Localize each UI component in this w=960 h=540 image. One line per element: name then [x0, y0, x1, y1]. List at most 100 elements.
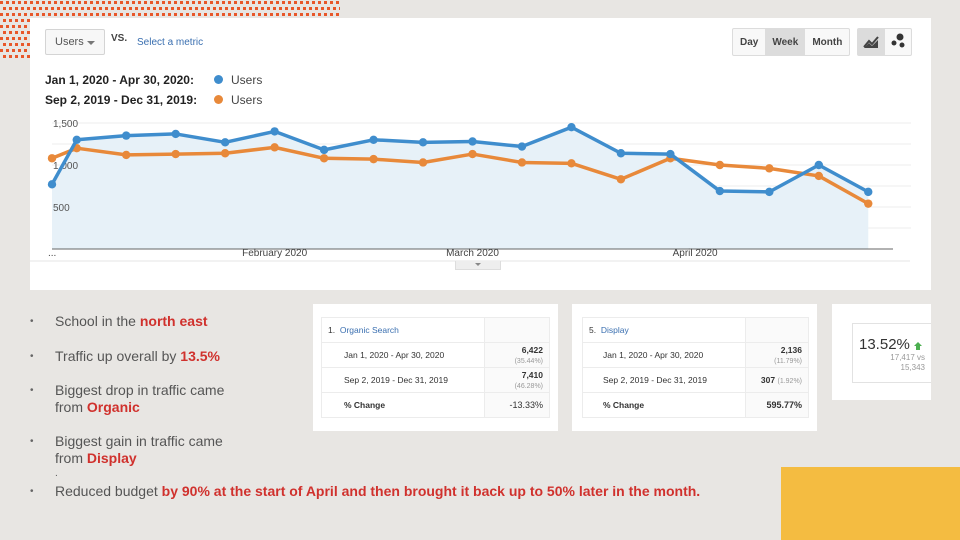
x-tick-label: March 2020 [446, 248, 499, 259]
pattern-dot [300, 13, 303, 16]
pattern-dot [294, 1, 297, 4]
pattern-dot [123, 7, 126, 10]
pattern-dot [252, 1, 255, 4]
pattern-dot [177, 7, 180, 10]
data-point-previous [616, 175, 626, 184]
pattern-dot [51, 7, 54, 10]
pattern-dot [72, 13, 75, 16]
bullet-highlight: 13.5% [180, 348, 220, 364]
pattern-dot [252, 13, 255, 16]
pattern-dot [72, 1, 75, 4]
row-share: (1.92%) [777, 378, 802, 385]
data-point-current [517, 142, 527, 151]
pattern-dot [231, 7, 234, 10]
pattern-dot [42, 1, 45, 4]
pattern-dot [102, 13, 105, 16]
pattern-dot [9, 43, 12, 46]
row-label: % Change [582, 392, 746, 418]
row-label: % Change [321, 392, 485, 418]
pattern-dot [6, 25, 9, 28]
pattern-dot [219, 7, 222, 10]
table-row: Sep 2, 2019 - Dec 31, 2019 7,410 (46.28%… [321, 367, 550, 393]
pattern-dot [156, 13, 159, 16]
pattern-dot [228, 1, 231, 4]
data-point-current [171, 129, 180, 139]
chevron-down-icon [475, 263, 481, 266]
bullet-marker: • [30, 316, 34, 327]
pattern-dot [207, 7, 210, 10]
pattern-dot [132, 13, 135, 16]
data-point-current [319, 145, 329, 155]
pattern-dot [264, 1, 267, 4]
pattern-dot [117, 7, 120, 10]
users-line-chart[interactable]: 1,5001,000500... February 2020 March 2020 A… [30, 18, 931, 268]
pattern-dot [75, 7, 78, 10]
kpi-percent-change: 13.52% [859, 336, 910, 353]
pattern-dot [213, 7, 216, 10]
bullet-text-line2: from [55, 450, 87, 466]
pattern-dot [3, 19, 6, 22]
pattern-dot [273, 7, 276, 10]
source-link[interactable]: Display [601, 325, 629, 335]
pattern-dot [108, 13, 111, 16]
pattern-dot [267, 7, 270, 10]
data-point-current [122, 131, 131, 140]
pattern-dot [282, 1, 285, 4]
pattern-dot [147, 7, 150, 10]
row-value: 6,422 [521, 345, 543, 355]
row-label: Jan 1, 2020 - Apr 30, 2020 [321, 342, 485, 368]
pattern-dot [315, 7, 318, 10]
pattern-dot [114, 13, 117, 16]
data-point-previous [47, 154, 57, 163]
pattern-dot [246, 1, 249, 4]
pattern-dot [276, 13, 279, 16]
bullet-text: Biggest gain in traffic came [55, 433, 223, 449]
pattern-dot [153, 7, 156, 10]
pattern-dot [3, 43, 6, 46]
pattern-dot [240, 1, 243, 4]
pattern-dot [21, 19, 24, 22]
pattern-dot [288, 1, 291, 4]
pattern-dot [93, 7, 96, 10]
pattern-dot [249, 7, 252, 10]
table-row: Jan 1, 2020 - Apr 30, 2020 2,136 (11.79%… [582, 342, 809, 368]
row-value: 307 [760, 375, 776, 385]
bullet-marker: • [30, 351, 34, 362]
pattern-dot [45, 7, 48, 10]
display-card: 5. Display Jan 1, 2020 - Apr 30, 2020 2,… [572, 304, 817, 431]
pattern-dot [312, 13, 315, 16]
organic-search-table: 1. Organic Search Jan 1, 2020 - Apr 30, … [321, 317, 550, 418]
pattern-dot [120, 1, 123, 4]
bullet-highlight: by 90% at the start of April and then br… [161, 483, 701, 499]
row-value: 7,410 [521, 370, 543, 380]
pattern-dot [189, 7, 192, 10]
pattern-dot [105, 7, 108, 10]
row-label: Sep 2, 2019 - Dec 31, 2019 [582, 367, 746, 393]
pattern-dot [186, 1, 189, 4]
bullet-text-line2: from [55, 399, 87, 415]
pattern-dot [18, 37, 21, 40]
pattern-dot [114, 1, 117, 4]
pattern-dot [192, 1, 195, 4]
chart-expand-handle[interactable] [455, 261, 501, 270]
pattern-dot [90, 13, 93, 16]
pattern-dot [150, 13, 153, 16]
data-point-previous [319, 154, 329, 163]
row-value: 2,136 [780, 345, 802, 355]
source-link[interactable]: Organic Search [340, 325, 399, 335]
decorative-dot-pattern [0, 1, 340, 16]
pattern-dot [339, 7, 340, 10]
pattern-dot [288, 13, 291, 16]
pattern-dot [12, 25, 15, 28]
data-point-previous [567, 159, 576, 168]
pattern-dot [9, 31, 12, 34]
data-point-current [468, 137, 477, 146]
data-point-current [666, 149, 675, 159]
pattern-dot [54, 13, 57, 16]
kpi-comparison: 17,417 vs 15,343 [890, 353, 925, 373]
stray-dot: . [55, 468, 58, 479]
pattern-dot [3, 31, 6, 34]
row-label: Jan 1, 2020 - Apr 30, 2020 [582, 342, 746, 368]
pattern-dot [216, 1, 219, 4]
table-row: 1. Organic Search [321, 317, 550, 343]
